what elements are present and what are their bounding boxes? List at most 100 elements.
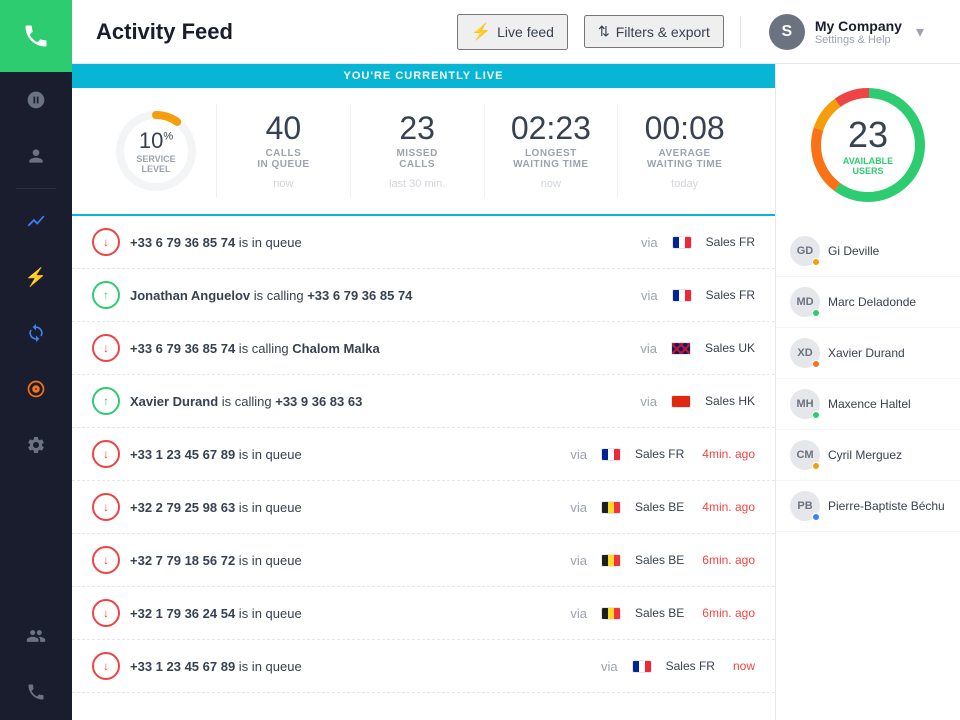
- feed-item-text: +32 1 79 36 24 54 is in queue: [130, 606, 556, 621]
- lightning-icon: ⚡: [471, 22, 491, 42]
- feed-item-text: Xavier Durand is calling +33 9 36 83 63: [130, 394, 626, 409]
- feed-item[interactable]: ↓ +32 1 79 36 24 54 is in queue via Sale…: [72, 587, 775, 640]
- call-direction-icon: ↑: [92, 387, 120, 415]
- call-direction-icon: ↓: [92, 546, 120, 574]
- missed-calls-value: 23: [367, 112, 468, 144]
- user-name: Xavier Durand: [828, 346, 905, 360]
- feed-via: via: [570, 606, 587, 621]
- feed-area: YOU'RE CURRENTLY LIVE 10%: [72, 64, 775, 720]
- feed-item[interactable]: ↓ +33 6 79 36 85 74 is in queue via Sale…: [72, 216, 775, 269]
- user-status-dot: [812, 411, 820, 419]
- available-users-donut-wrap: 23 AVAILABLE USERS: [776, 64, 960, 226]
- user-item[interactable]: GD Gi Deville: [776, 226, 960, 277]
- call-direction-icon: ↓: [92, 228, 120, 256]
- feed-item[interactable]: ↓ +33 1 23 45 67 89 is in queue via Sale…: [72, 428, 775, 481]
- header-divider: [740, 16, 741, 48]
- feed-item[interactable]: ↑ Jonathan Anguelov is calling +33 6 79 …: [72, 269, 775, 322]
- user-item[interactable]: XD Xavier Durand: [776, 328, 960, 379]
- feed-time: 4min. ago: [702, 500, 755, 514]
- company-avatar: S: [769, 14, 805, 50]
- call-direction-icon: ↓: [92, 652, 120, 680]
- company-text: My Company Settings & Help: [815, 18, 902, 46]
- average-waiting-value: 00:08: [634, 112, 735, 144]
- sidebar-item-lightning[interactable]: ⚡: [0, 249, 72, 305]
- filters-icon: ⇅: [598, 23, 610, 40]
- user-item[interactable]: CM Cyril Merguez: [776, 430, 960, 481]
- content-area: YOU'RE CURRENTLY LIVE 10%: [72, 64, 960, 720]
- available-users-value: 23: [843, 114, 893, 156]
- company-info[interactable]: S My Company Settings & Help ▾: [757, 8, 936, 56]
- user-status-dot: [812, 513, 820, 521]
- user-item[interactable]: MD Marc Deladonde: [776, 277, 960, 328]
- call-direction-icon: ↓: [92, 493, 120, 521]
- feed-channel: Sales FR: [635, 447, 684, 461]
- live-banner: YOU'RE CURRENTLY LIVE: [72, 64, 775, 88]
- sidebar: ⚡: [0, 0, 72, 720]
- live-feed-button[interactable]: ⚡ Live feed: [457, 14, 568, 50]
- feed-via: via: [570, 447, 587, 462]
- filters-export-button[interactable]: ⇅ Filters & export: [584, 15, 724, 48]
- longest-waiting-value: 02:23: [501, 112, 602, 144]
- feed-item[interactable]: ↓ +32 7 79 18 56 72 is in queue via Sale…: [72, 534, 775, 587]
- service-level-label: SERVICELEVEL: [136, 154, 175, 174]
- sidebar-item-activity[interactable]: [0, 193, 72, 249]
- feed-channel: Sales BE: [635, 606, 684, 620]
- user-name: Maxence Haltel: [828, 397, 911, 411]
- calls-in-queue-stat: 40 CALLS IN QUEUE now: [216, 104, 350, 198]
- user-status-dot: [812, 258, 820, 266]
- feed-time: now: [733, 659, 755, 673]
- company-sub: Settings & Help: [815, 34, 902, 46]
- sidebar-logo[interactable]: [0, 0, 72, 72]
- feed-channel: Sales HK: [705, 394, 755, 408]
- feed-channel: Sales FR: [666, 659, 715, 673]
- user-avatar: XD: [790, 338, 820, 368]
- average-waiting-label: AVERAGE WAITING TIME: [634, 148, 735, 170]
- user-avatar: GD: [790, 236, 820, 266]
- user-item[interactable]: PB Pierre-Baptiste Béchu: [776, 481, 960, 532]
- live-feed-label: Live feed: [497, 24, 554, 40]
- user-status-dot: [812, 309, 820, 317]
- feed-item[interactable]: ↓ +32 2 79 25 98 63 is in queue via Sale…: [72, 481, 775, 534]
- sidebar-item-calls[interactable]: [0, 72, 72, 128]
- user-item[interactable]: MH Maxence Haltel: [776, 379, 960, 430]
- sidebar-item-team[interactable]: [0, 608, 72, 664]
- sidebar-item-target[interactable]: [0, 361, 72, 417]
- sidebar-item-contacts[interactable]: [0, 128, 72, 184]
- user-name: Marc Deladonde: [828, 295, 916, 309]
- feed-via: via: [570, 500, 587, 515]
- missed-calls-stat: 23 MISSED CALLS last 30 min.: [350, 104, 484, 198]
- user-status-dot: [812, 360, 820, 368]
- filters-label: Filters & export: [616, 24, 710, 40]
- user-name: Pierre-Baptiste Béchu: [828, 499, 945, 513]
- call-direction-icon: ↓: [92, 334, 120, 362]
- user-status-dot: [812, 462, 820, 470]
- feed-item-text: +32 7 79 18 56 72 is in queue: [130, 553, 556, 568]
- feed-via: via: [640, 394, 657, 409]
- sidebar-item-settings[interactable]: [0, 417, 72, 473]
- page-title: Activity Feed: [96, 19, 457, 45]
- feed-item-text: +33 1 23 45 67 89 is in queue: [130, 659, 587, 674]
- header-actions: ⚡ Live feed ⇅ Filters & export S My Comp…: [457, 8, 936, 56]
- call-direction-icon: ↑: [92, 281, 120, 309]
- feed-item[interactable]: ↓ +33 6 79 36 85 74 is calling Chalom Ma…: [72, 322, 775, 375]
- sidebar-item-phone[interactable]: [0, 664, 72, 720]
- average-waiting-time: today: [634, 178, 735, 190]
- feed-time: 6min. ago: [702, 553, 755, 567]
- longest-waiting-label: LONGEST WAITING TIME: [501, 148, 602, 170]
- feed-channel: Sales FR: [706, 288, 755, 302]
- service-level-donut: 10% SERVICELEVEL: [96, 106, 216, 196]
- user-name: Cyril Merguez: [828, 448, 902, 462]
- call-direction-icon: ↓: [92, 599, 120, 627]
- feed-item-text: +33 6 79 36 85 74 is calling Chalom Malk…: [130, 341, 626, 356]
- feed-via: via: [601, 659, 618, 674]
- main-content: Activity Feed ⚡ Live feed ⇅ Filters & ex…: [72, 0, 960, 720]
- feed-item[interactable]: ↓ +33 1 23 45 67 89 is in queue via Sale…: [72, 640, 775, 693]
- user-avatar: MH: [790, 389, 820, 419]
- feed-list: ↓ +33 6 79 36 85 74 is in queue via Sale…: [72, 216, 775, 720]
- feed-time: 4min. ago: [702, 447, 755, 461]
- sidebar-item-sync[interactable]: [0, 305, 72, 361]
- feed-item[interactable]: ↑ Xavier Durand is calling +33 9 36 83 6…: [72, 375, 775, 428]
- user-avatar: CM: [790, 440, 820, 470]
- calls-in-queue-value: 40: [233, 112, 334, 144]
- stats-bar: YOU'RE CURRENTLY LIVE 10%: [72, 64, 775, 216]
